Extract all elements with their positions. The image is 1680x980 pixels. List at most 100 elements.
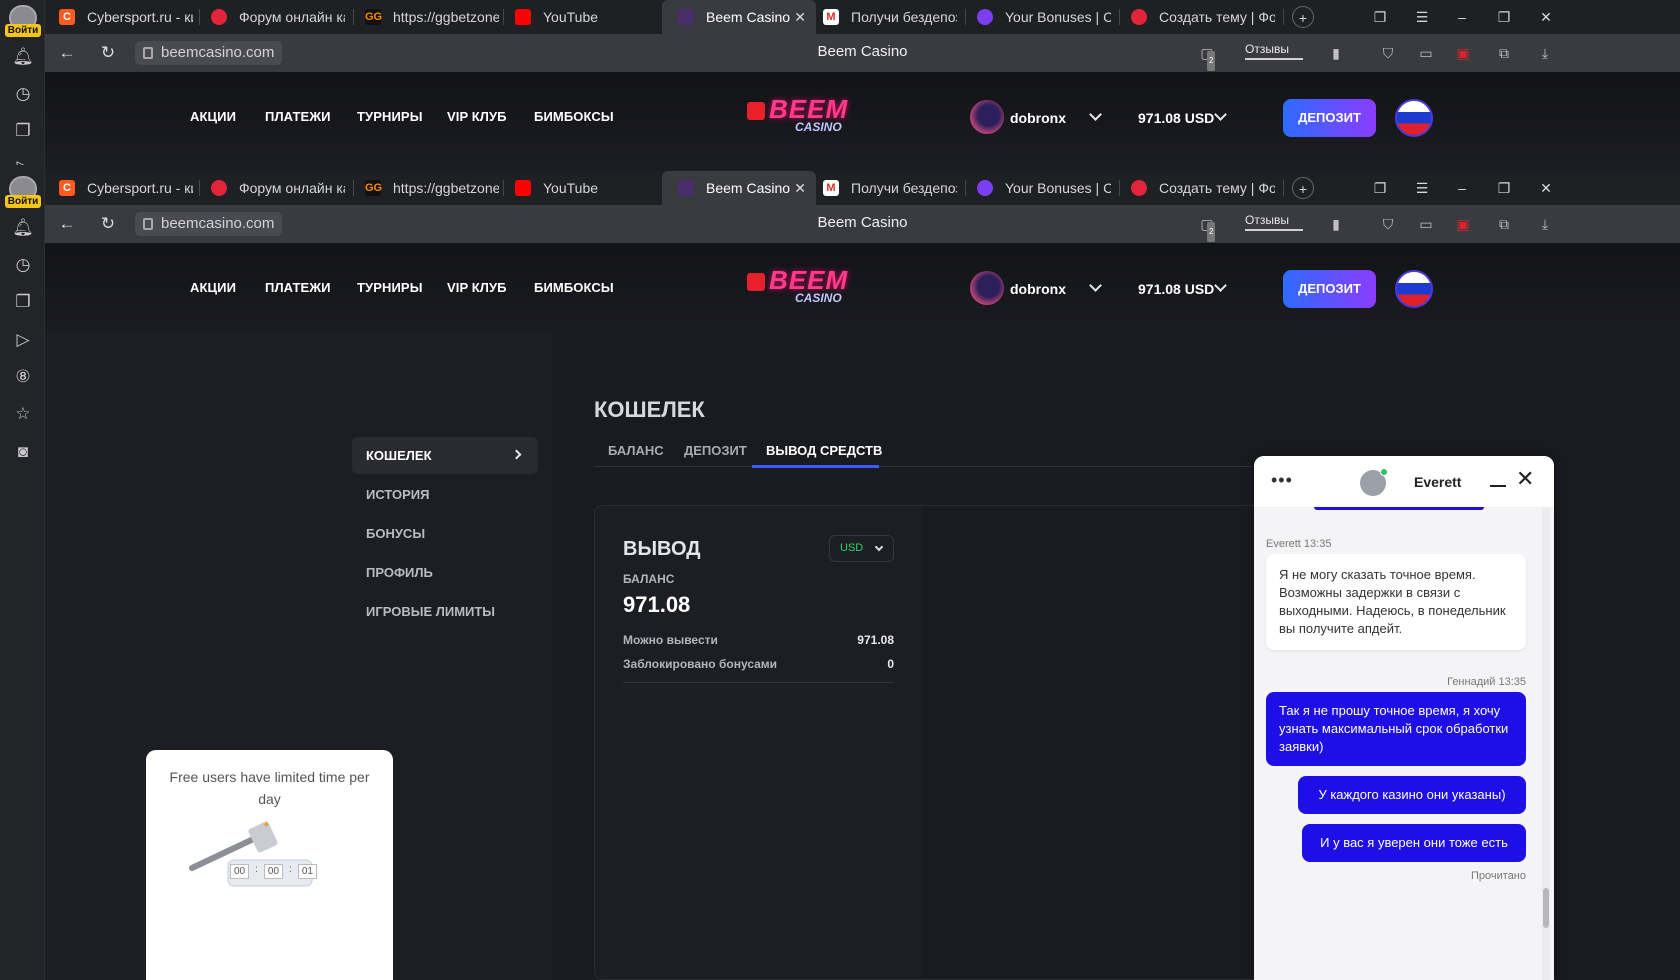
history-icon[interactable]: ◷ [11,253,35,277]
tab-deposit[interactable]: ДЕПОЗИТ [684,443,747,458]
apps-icon[interactable]: ⑧ [11,365,35,389]
nav-item[interactable]: БИМБОКСЫ [534,280,614,295]
sidebar-item-history[interactable]: ИСТОРИЯ [352,476,538,513]
browser-tab[interactable]: YouTube [509,0,649,34]
chevron-down-icon[interactable] [1214,279,1227,292]
new-tab-icon[interactable]: + [1292,6,1314,28]
tab-withdraw[interactable]: ВЫВОД СРЕДСТВ [766,443,882,458]
extensions-icon[interactable]: ⧉ [1494,43,1514,63]
login-badge[interactable]: Войти [5,195,41,208]
beem-casino-logo[interactable]: BEEM CASINO [747,92,873,138]
address-bar: ←↻beemcasino.comBeem Casino▢2Отзывы▮⛉▭▣⧉… [45,34,1680,72]
close-window-icon[interactable]: ✕ [1535,177,1557,199]
browser-tab[interactable]: YouTube [509,171,649,205]
tab-separator [199,180,200,196]
tabs-overview-icon[interactable]: ❐ [1369,6,1391,28]
bell-icon[interactable]: 🔔︎ [11,45,35,69]
tabs-overview-icon[interactable]: ❐ [1369,177,1391,199]
flag-icon[interactable]: ▣ [1453,43,1473,63]
download-icon[interactable]: ⤓ [1535,43,1555,63]
chevron-down-icon[interactable] [1214,108,1227,121]
tv-icon[interactable]: ▭ [1416,214,1436,234]
shield-icon[interactable]: ⛉ [1378,43,1398,63]
browser-tab[interactable]: Форум онлайн кази [205,171,345,205]
bell-icon[interactable]: 🔔︎ [11,216,35,240]
menu-icon[interactable]: ☰ [1411,177,1433,199]
sidebar-item-profile[interactable]: ПРОФИЛЬ [352,554,538,591]
restore-window-icon[interactable]: ❐ [1493,177,1515,199]
browser-tab[interactable]: M Получи бездепозит [817,171,957,205]
history-icon[interactable]: ◷ [11,82,35,106]
close-tab-icon[interactable]: ✕ [794,9,806,26]
sidebar-item-wallet[interactable]: КОШЕЛЕК [352,437,538,474]
chevron-down-icon[interactable] [1089,279,1102,292]
menu-icon[interactable]: ☰ [1411,6,1433,28]
tab-balance[interactable]: БАЛАНС [608,443,664,458]
browser-tab[interactable]: Создать тему | Фору [1125,171,1275,205]
browser-tab[interactable]: Your Bonuses | Cadal [971,171,1111,205]
tv-icon[interactable]: ▭ [1416,43,1436,63]
nav-item[interactable]: БИМБОКСЫ [534,109,614,124]
scrollbar-thumb[interactable] [1543,888,1549,928]
browser-tab[interactable]: Your Bonuses | Cadal [971,0,1111,34]
new-tab-icon[interactable]: + [1292,177,1314,199]
nav-item[interactable]: ТУРНИРЫ [357,109,423,124]
browser-tab[interactable]: Beem Casino ✕ [662,171,816,205]
nav-item[interactable]: VIP КЛУБ [447,109,507,124]
browser-tab[interactable]: C Cybersport.ru - кибе [53,171,193,205]
minimize-window-icon[interactable]: – [1451,177,1473,199]
login-badge[interactable]: Войти [5,24,41,37]
header-balance[interactable]: 971.08 USD [1138,110,1214,126]
close-window-icon[interactable]: ✕ [1535,6,1557,28]
beem-casino-logo[interactable]: BEEM CASINO [747,263,873,309]
nav-item[interactable]: АКЦИИ [190,280,236,295]
chevron-down-icon[interactable] [1089,108,1102,121]
browser-tab[interactable]: Форум онлайн кази [205,0,345,34]
username[interactable]: dobronx [1010,281,1066,297]
sidebar-item-limits[interactable]: ИГРОВЫЕ ЛИМИТЫ [352,593,538,630]
browser-tab[interactable]: GG https://ggbetzone.co [359,0,499,34]
username[interactable]: dobronx [1010,110,1066,126]
nav-item[interactable]: VIP КЛУБ [447,280,507,295]
nav-item[interactable]: ПЛАТЕЖИ [265,280,331,295]
deposit-button[interactable]: ДЕПОЗИТ [1283,270,1376,308]
star-icon[interactable]: ☆ [11,402,35,426]
nav-item[interactable]: ПЛАТЕЖИ [265,109,331,124]
collections-icon[interactable]: ❐ [11,119,35,143]
restore-window-icon[interactable]: ❐ [1493,6,1515,28]
tab-count-icon[interactable]: ▢2 [1197,43,1217,71]
flag-icon[interactable]: ▣ [1453,214,1473,234]
browser-tab[interactable]: Создать тему | Фору [1125,0,1275,34]
reviews-button[interactable]: Отзывы [1245,213,1303,231]
language-flag-icon[interactable] [1395,270,1433,308]
user-avatar[interactable] [970,271,1004,305]
sidebar-item-bonuses[interactable]: БОНУСЫ [352,515,538,552]
currency-select[interactable]: USD [829,535,894,562]
collections-icon[interactable]: ❐ [11,290,35,314]
minimize-icon[interactable] [1490,485,1506,487]
player-icon[interactable]: ▷ [11,155,35,165]
screenshot-icon[interactable]: ◙ [11,440,35,464]
close-icon[interactable]: ✕ [1516,468,1534,490]
user-avatar[interactable] [970,100,1004,134]
language-flag-icon[interactable] [1395,99,1433,137]
bookmark-icon[interactable]: ▮ [1326,214,1346,234]
extensions-icon[interactable]: ⧉ [1494,214,1514,234]
more-options-icon[interactable]: ••• [1271,470,1293,491]
browser-tab[interactable]: M Получи бездепозит [817,0,957,34]
browser-tab[interactable]: C Cybersport.ru - кибе [53,0,193,34]
download-icon[interactable]: ⤓ [1535,214,1555,234]
close-tab-icon[interactable]: ✕ [794,180,806,197]
tab-count-icon[interactable]: ▢2 [1197,214,1217,242]
deposit-button[interactable]: ДЕПОЗИТ [1283,99,1376,137]
minimize-window-icon[interactable]: – [1451,6,1473,28]
header-balance[interactable]: 971.08 USD [1138,281,1214,297]
browser-tab[interactable]: GG https://ggbetzone.co [359,171,499,205]
nav-item[interactable]: ТУРНИРЫ [357,280,423,295]
reviews-button[interactable]: Отзывы [1245,42,1303,60]
nav-item[interactable]: АКЦИИ [190,109,236,124]
player-icon[interactable]: ▷ [11,328,35,352]
shield-icon[interactable]: ⛉ [1378,214,1398,234]
browser-tab[interactable]: Beem Casino ✕ [662,0,816,34]
bookmark-icon[interactable]: ▮ [1326,43,1346,63]
